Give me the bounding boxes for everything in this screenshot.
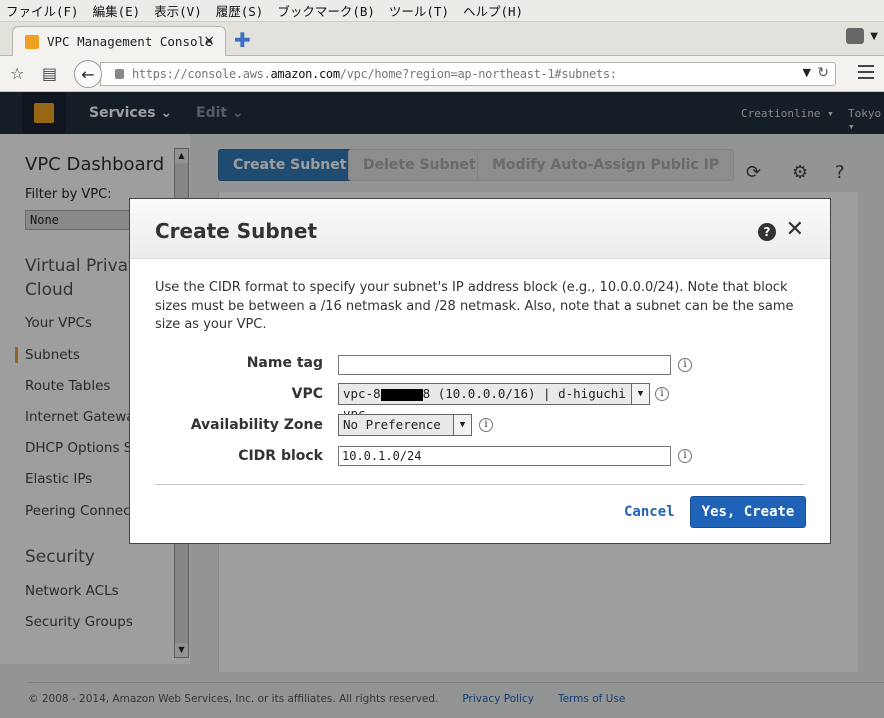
menu-file[interactable]: ファイル(F) bbox=[6, 1, 79, 20]
menu-tools[interactable]: ツール(T) bbox=[389, 1, 449, 20]
tab-bar: VPC Management Console × ✚ ▼ bbox=[0, 22, 884, 56]
name-tag-label: Name tag bbox=[246, 355, 323, 371]
menu-edit[interactable]: 編集(E) bbox=[93, 1, 141, 20]
menu-help[interactable]: ヘルプ(H) bbox=[463, 1, 523, 20]
tab-close-icon[interactable]: × bbox=[203, 33, 215, 49]
availability-zone-label: Availability Zone bbox=[190, 417, 323, 433]
dialog-close-icon[interactable]: ✕ bbox=[786, 217, 804, 242]
browser-menu-icon[interactable] bbox=[858, 65, 874, 83]
vpc-dropdown-icon[interactable]: ▼ bbox=[631, 384, 649, 404]
lock-icon bbox=[115, 69, 124, 79]
tab-groups-icon[interactable] bbox=[846, 28, 865, 44]
dialog-divider bbox=[155, 484, 805, 485]
bookmark-star-icon[interactable]: ☆ bbox=[10, 64, 24, 83]
menu-bookmarks[interactable]: ブックマーク(B) bbox=[277, 1, 375, 20]
redacted-block bbox=[380, 388, 423, 401]
availability-zone-select[interactable]: No Preference ▼ bbox=[338, 414, 472, 436]
vpc-label: VPC bbox=[291, 386, 323, 402]
browser-menubar: ファイル(F) 編集(E) 表示(V) 履歴(S) ブックマーク(B) ツール(… bbox=[0, 0, 884, 22]
back-button[interactable]: ← bbox=[74, 60, 102, 88]
cancel-button[interactable]: Cancel bbox=[624, 504, 675, 520]
name-tag-input[interactable] bbox=[338, 355, 671, 375]
url-bar[interactable]: https://console.aws.amazon.com/vpc/home?… bbox=[100, 62, 836, 86]
url-text[interactable]: https://console.aws.amazon.com/vpc/home?… bbox=[132, 67, 617, 81]
browser-tab[interactable]: VPC Management Console × bbox=[12, 26, 226, 56]
create-subnet-dialog: Create Subnet ? ✕ Use the CIDR format to… bbox=[129, 198, 831, 544]
back-arrow-icon: ← bbox=[81, 64, 95, 84]
yes-create-button[interactable]: Yes, Create bbox=[690, 496, 806, 528]
dialog-title: Create Subnet bbox=[155, 219, 318, 243]
new-tab-icon[interactable]: ✚ bbox=[234, 28, 251, 52]
menu-view[interactable]: 表示(V) bbox=[154, 1, 202, 20]
az-dropdown-icon[interactable]: ▼ bbox=[453, 415, 471, 435]
reader-list-icon[interactable]: ▤ bbox=[42, 64, 57, 83]
vpc-select[interactable]: vpc-88 (10.0.0.0/16) | d-higuchi vpc ▼ bbox=[338, 383, 650, 421]
tabbar-tools: ▼ bbox=[846, 28, 878, 44]
az-info-icon[interactable]: i bbox=[479, 418, 493, 432]
dialog-description: Use the CIDR format to specify your subn… bbox=[155, 280, 794, 332]
tab-title: VPC Management Console bbox=[47, 34, 213, 49]
cidr-block-input[interactable]: 10.0.1.0/24 bbox=[338, 446, 671, 466]
url-dropdown-icon[interactable]: ▼ bbox=[803, 66, 811, 79]
vpc-info-icon[interactable]: i bbox=[655, 387, 669, 401]
dialog-header: Create Subnet ? ✕ bbox=[130, 199, 830, 259]
cidr-block-label: CIDR block bbox=[238, 448, 323, 464]
menu-history[interactable]: 履歴(S) bbox=[216, 1, 264, 20]
aws-favicon-icon bbox=[25, 34, 39, 49]
navigation-bar: ☆ ▤ https://console.aws.amazon.com/vpc/h… bbox=[0, 56, 884, 92]
reload-icon[interactable]: ↻ bbox=[817, 65, 829, 81]
name-tag-info-icon[interactable]: i bbox=[678, 358, 692, 372]
tab-list-icon[interactable]: ▼ bbox=[870, 31, 878, 42]
cidr-info-icon[interactable]: i bbox=[678, 449, 692, 463]
dialog-help-icon[interactable]: ? bbox=[758, 223, 776, 241]
